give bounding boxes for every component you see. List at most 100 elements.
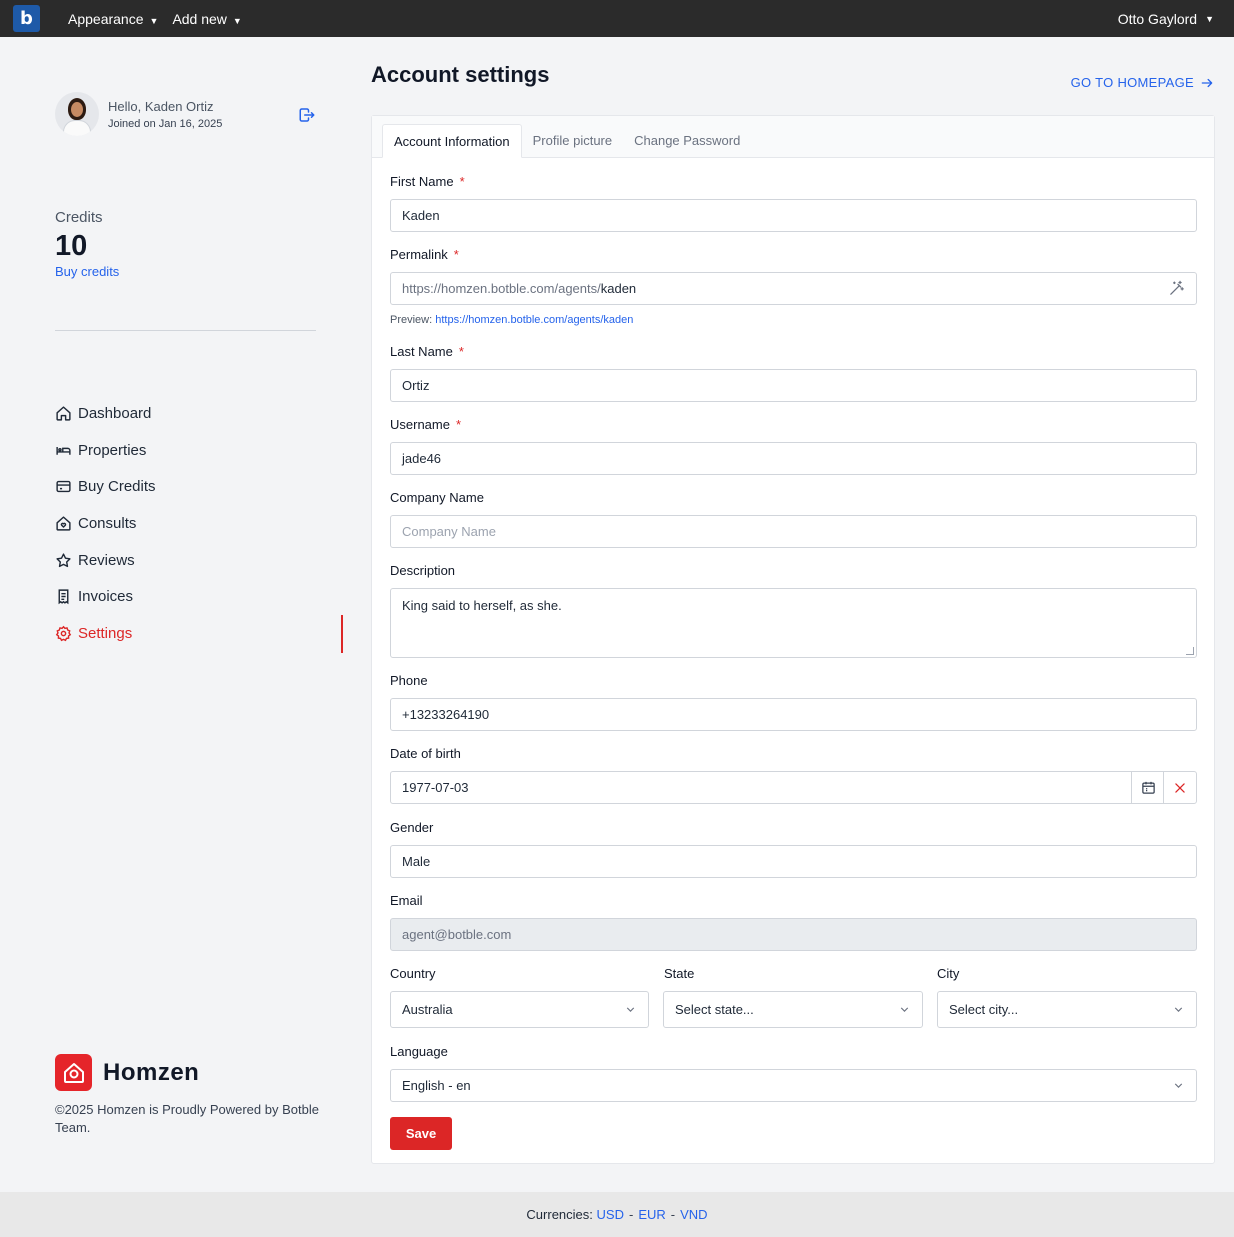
- divider: [55, 330, 316, 331]
- description-label: Description: [390, 563, 456, 578]
- credits-label: Credits: [55, 209, 103, 226]
- last-name-field[interactable]: Ortiz: [390, 369, 1197, 402]
- email-label: Email: [390, 893, 423, 908]
- logout-icon[interactable]: [298, 106, 316, 129]
- currency-separator: -: [670, 1207, 676, 1222]
- appearance-menu-label: Appearance: [68, 10, 144, 27]
- gender-label: Gender: [390, 820, 434, 835]
- description-textarea[interactable]: King said to herself, as she.: [390, 588, 1197, 658]
- main-content: Account settings GO TO HOMEPAGE Account …: [343, 37, 1234, 1192]
- phone-field[interactable]: +13233264190: [390, 698, 1197, 731]
- permalink-label: Permalink *: [390, 247, 459, 262]
- joined-date: Joined on Jan 16, 2025: [108, 117, 223, 130]
- required-mark: *: [459, 174, 465, 189]
- clear-icon[interactable]: [1163, 772, 1196, 803]
- sidebar-item-label: Dashboard: [78, 404, 152, 422]
- sidebar-item-reviews[interactable]: Reviews: [55, 542, 156, 579]
- currency-vnd-link[interactable]: VND: [680, 1207, 707, 1222]
- tab-change-password[interactable]: Change Password: [623, 123, 751, 157]
- chevron-down-icon: [900, 1007, 909, 1012]
- tab-account-information[interactable]: Account Information: [382, 124, 522, 158]
- sidebar-item-label: Reviews: [78, 551, 135, 569]
- country-select[interactable]: Australia: [390, 991, 649, 1028]
- sidebar-item-label: Settings: [78, 624, 133, 642]
- brand-footer: Homzen ©2025 Homzen is Proudly Powered b…: [55, 1054, 340, 1137]
- save-button[interactable]: Save: [390, 1117, 452, 1150]
- date-of-birth-field[interactable]: 1977-07-03: [390, 771, 1197, 804]
- avatar: [55, 92, 99, 136]
- user-name: Otto Gaylord: [1117, 10, 1198, 27]
- settings-tabs: Account Information Profile picture Chan…: [372, 116, 1214, 158]
- magic-wand-icon[interactable]: [1168, 280, 1185, 300]
- city-select[interactable]: Select city...: [937, 991, 1197, 1028]
- permalink-prefix: https://homzen.botble.com/agents/: [402, 281, 601, 296]
- state-select[interactable]: Select state...: [663, 991, 923, 1028]
- date-of-birth-value: 1977-07-03: [402, 780, 469, 795]
- state-value: Select state...: [675, 1002, 754, 1017]
- required-mark: *: [453, 247, 459, 262]
- gender-field[interactable]: Male: [390, 845, 1197, 878]
- currency-footer: Currencies: USD - EUR - VND: [0, 1192, 1234, 1237]
- user-menu[interactable]: Otto Gaylord ▼: [1118, 0, 1214, 37]
- sidebar-item-properties[interactable]: Properties: [55, 432, 156, 469]
- credit-card-icon: [56, 481, 71, 493]
- sidebar-item-buy-credits[interactable]: Buy Credits: [55, 468, 156, 505]
- calendar-icon[interactable]: [1131, 772, 1164, 803]
- first-name-field[interactable]: Kaden: [390, 199, 1197, 232]
- permalink-label-text: Permalink: [390, 247, 448, 262]
- caret-down-icon: ▼: [149, 15, 159, 26]
- caret-down-icon: ▼: [232, 15, 242, 26]
- company-name-field[interactable]: Company Name: [390, 515, 1197, 548]
- botble-logo-icon[interactable]: b: [13, 5, 40, 32]
- permalink-slug: kaden: [600, 281, 637, 296]
- currency-usd-link[interactable]: USD: [597, 1207, 624, 1222]
- appearance-menu[interactable]: Appearance ▼: [68, 11, 158, 27]
- phone-label: Phone: [390, 673, 428, 688]
- resize-handle-icon[interactable]: [1186, 647, 1194, 655]
- username-label-text: Username: [390, 417, 450, 432]
- last-name-label-text: Last Name: [390, 344, 453, 359]
- receipt-icon: [58, 589, 69, 605]
- description-text: King said to herself, as she.: [402, 598, 562, 613]
- arrow-right-icon: [1201, 78, 1213, 87]
- country-label: Country: [390, 966, 436, 981]
- bed-icon: [56, 446, 71, 455]
- add-new-menu[interactable]: Add new ▼: [172, 11, 241, 27]
- currency-separator: -: [628, 1207, 634, 1222]
- company-name-label: Company Name: [390, 490, 484, 505]
- sidebar-item-settings[interactable]: Settings: [55, 615, 156, 652]
- first-name-label: First Name *: [390, 174, 465, 189]
- go-to-homepage-link[interactable]: GO TO HOMEPAGE: [1071, 75, 1214, 90]
- settings-icon: [55, 625, 72, 642]
- last-name-label: Last Name *: [390, 344, 464, 359]
- star-icon: [56, 553, 71, 567]
- permalink-field[interactable]: https://homzen.botble.com/agents/kaden: [390, 272, 1197, 305]
- tab-profile-picture[interactable]: Profile picture: [522, 123, 623, 157]
- language-select[interactable]: English - en: [390, 1069, 1197, 1102]
- buy-credits-link[interactable]: Buy credits: [55, 264, 119, 279]
- sidebar-item-label: Invoices: [78, 588, 134, 606]
- house-heart-icon: [56, 516, 71, 531]
- chevron-down-icon: [626, 1007, 635, 1012]
- username-field[interactable]: jade46: [390, 442, 1197, 475]
- currencies-label: Currencies:: [526, 1207, 593, 1222]
- sidebar-item-dashboard[interactable]: Dashboard: [55, 395, 156, 432]
- chevron-down-icon: [1174, 1007, 1183, 1012]
- preview-label: Preview:: [390, 314, 433, 326]
- add-new-menu-label: Add new: [172, 10, 227, 27]
- copyright-text: ©2025 Homzen is Proudly Powered by Botbl…: [55, 1102, 319, 1135]
- required-mark: *: [455, 417, 462, 432]
- topbar-menu: Appearance ▼ Add new ▼: [68, 11, 242, 27]
- email-field: agent@botble.com: [390, 918, 1197, 951]
- permalink-preview: Preview: https://homzen.botble.com/agent…: [390, 314, 633, 326]
- sidebar-item-invoices[interactable]: Invoices: [55, 578, 156, 615]
- language-label: Language: [390, 1044, 448, 1059]
- chevron-down-icon: [1174, 1083, 1183, 1088]
- currency-eur-link[interactable]: EUR: [638, 1207, 665, 1222]
- preview-url-link[interactable]: https://homzen.botble.com/agents/kaden: [435, 314, 633, 326]
- sidebar-item-label: Properties: [78, 441, 147, 459]
- sidebar-nav: Dashboard Properties Buy Credits Consult…: [55, 395, 156, 652]
- sidebar-item-consults[interactable]: Consults: [55, 505, 156, 542]
- credits-value: 10: [55, 230, 88, 262]
- sidebar-item-label: Buy Credits: [78, 478, 156, 496]
